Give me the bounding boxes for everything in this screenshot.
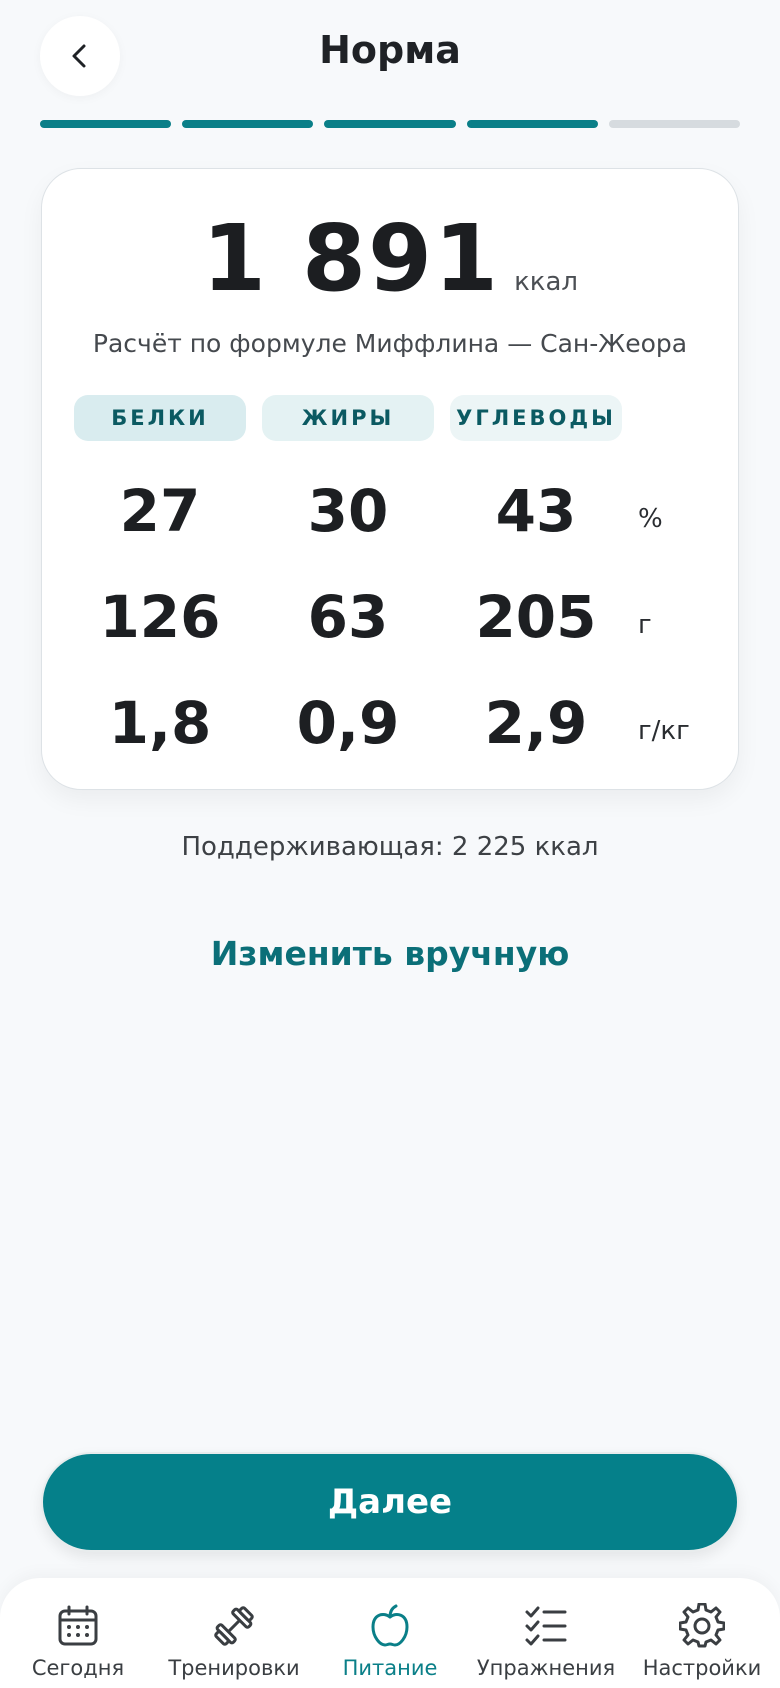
kcal-row: 1 891 ккал xyxy=(42,213,738,305)
page-title: Норма xyxy=(319,28,461,72)
protein-chip: БЕЛКИ xyxy=(74,395,246,441)
apple-icon xyxy=(371,1604,409,1647)
grams-row: 126 63 205 г xyxy=(42,577,740,657)
fat-chip: ЖИРЫ xyxy=(262,395,434,441)
carbs-grams: 205 xyxy=(475,583,597,651)
tab-label: Тренировки xyxy=(168,1656,300,1680)
row-unit: % xyxy=(638,504,663,534)
row-unit: г/кг xyxy=(638,716,690,746)
tab-bar: Сегодня Тренировки Питание Упражнения На… xyxy=(0,1578,780,1688)
progress-segment xyxy=(466,120,598,128)
gear-icon xyxy=(679,1603,725,1648)
fat-grams: 63 xyxy=(307,583,389,651)
screen: Норма 1 891 ккал Расчёт по формуле Миффл… xyxy=(0,0,780,1688)
tab-today[interactable]: Сегодня xyxy=(0,1602,156,1688)
edit-manually-link[interactable]: Изменить вручную xyxy=(0,934,780,973)
protein-grams: 126 xyxy=(99,583,221,651)
grams-per-kg-row: 1,8 0,9 2,9 г/кг xyxy=(42,683,740,763)
formula-caption: Расчёт по формуле Миффлина — Сан-Жеора xyxy=(92,329,688,358)
checklist-icon xyxy=(525,1606,567,1646)
fat-percent: 30 xyxy=(307,477,389,545)
tab-label: Сегодня xyxy=(31,1656,125,1680)
step-progress xyxy=(40,120,741,128)
kcal-unit: ккал xyxy=(514,267,579,297)
kcal-value: 1 891 xyxy=(201,205,501,312)
tab-workouts[interactable]: Тренировки xyxy=(156,1602,312,1688)
progress-segment xyxy=(608,120,741,128)
tab-settings[interactable]: Настройки xyxy=(624,1602,780,1688)
carbs-chip: УГЛЕВОДЫ xyxy=(450,395,622,441)
row-unit: г xyxy=(638,610,652,640)
tab-label: Настройки xyxy=(642,1656,762,1680)
carbs-per-kg: 2,9 xyxy=(484,689,588,757)
tab-exercises[interactable]: Упражнения xyxy=(468,1602,624,1688)
protein-percent: 27 xyxy=(119,477,201,545)
norm-card: 1 891 ккал Расчёт по формуле Миффлина — … xyxy=(41,168,739,790)
progress-segment xyxy=(40,120,172,128)
tab-label: Питание xyxy=(342,1656,438,1680)
calendar-icon xyxy=(58,1605,98,1646)
progress-segment xyxy=(324,120,456,128)
tab-nutrition[interactable]: Питание xyxy=(312,1602,468,1688)
fat-per-kg: 0,9 xyxy=(296,689,400,757)
tab-label: Упражнения xyxy=(476,1656,616,1680)
dumbbell-icon xyxy=(214,1606,254,1646)
next-button[interactable]: Далее xyxy=(41,1452,739,1552)
progress-segment xyxy=(182,120,314,128)
carbs-percent: 43 xyxy=(495,477,577,545)
maintenance-text: Поддерживающая: 2 225 ккал xyxy=(181,832,599,862)
percent-row: 27 30 43 % xyxy=(42,471,740,551)
protein-per-kg: 1,8 xyxy=(108,689,212,757)
